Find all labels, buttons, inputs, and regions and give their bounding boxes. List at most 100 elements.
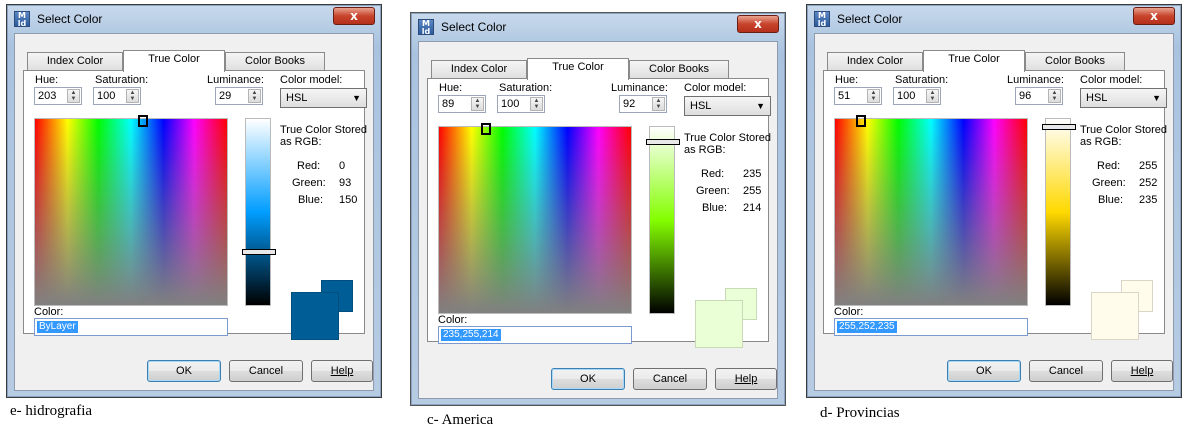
luminance-slider[interactable] — [1042, 118, 1076, 306]
color-field[interactable]: 255,252,235 — [834, 318, 1028, 336]
spin-arrows-icon[interactable]: ▲ ▼ — [471, 97, 484, 111]
saturation-spinner[interactable]: 100 ▲ ▼ — [93, 87, 141, 105]
color-field[interactable]: ByLayer — [34, 318, 228, 336]
close-button[interactable]: x — [333, 7, 375, 25]
tab-strip: Index Color True Color Color Books — [823, 50, 1143, 72]
tab-strip: Index Color True Color Color Books — [23, 50, 343, 72]
color-label: Color: — [834, 306, 864, 318]
tab-color-books[interactable]: Color Books — [629, 60, 729, 79]
hue-saturation-spectrum[interactable] — [438, 123, 632, 314]
title-bar[interactable]: Mld Select Color x — [7, 5, 381, 33]
green-value: 252 — [1139, 177, 1158, 189]
luminance-label: Luminance: — [207, 74, 264, 86]
close-button[interactable]: x — [1133, 7, 1175, 25]
spin-arrows-icon[interactable]: ▲ ▼ — [67, 89, 80, 103]
color-field[interactable]: 235,255,214 — [438, 326, 632, 344]
blue-value: 214 — [743, 202, 762, 214]
red-value: 0 — [339, 160, 346, 172]
spin-arrows-icon[interactable]: ▲ ▼ — [926, 89, 939, 103]
chevron-down-icon: ▼ — [352, 93, 361, 103]
hue-label: Hue: — [835, 74, 859, 86]
luminance-value: 29 — [219, 90, 232, 102]
cancel-button[interactable]: Cancel — [229, 360, 303, 382]
saturation-spinner[interactable]: 100 ▲ ▼ — [893, 87, 941, 105]
color-field-selected-text: 255,252,235 — [837, 321, 897, 333]
color-model-select[interactable]: HSL ▼ — [1080, 88, 1167, 108]
app-icon: Mld — [418, 19, 434, 36]
red-label: Red: — [297, 160, 321, 172]
ok-button[interactable]: OK — [147, 360, 221, 382]
luminance-slider-handle[interactable] — [242, 249, 276, 256]
cancel-button[interactable]: Cancel — [633, 368, 707, 390]
color-model-value: HSL — [286, 92, 308, 104]
tab-true-color[interactable]: True Color — [123, 50, 225, 72]
hue-spinner[interactable]: 89 ▲ ▼ — [438, 95, 486, 113]
color-model-label: Color model: — [684, 82, 747, 94]
luminance-slider-handle[interactable] — [1042, 123, 1076, 130]
green-label: Green: — [292, 177, 326, 189]
help-button[interactable]: Help — [715, 368, 777, 390]
luminance-slider[interactable] — [646, 126, 680, 314]
select-color-dialog: Mld Select Color x Index Color True Colo… — [6, 4, 382, 398]
luminance-spinner[interactable]: 92 ▲ ▼ — [619, 95, 667, 113]
cancel-button[interactable]: Cancel — [1029, 360, 1103, 382]
hue-spinner[interactable]: 203 ▲ ▼ — [34, 87, 82, 105]
color-model-value: HSL — [690, 100, 712, 112]
color-preview-swatch — [1091, 292, 1139, 340]
saturation-label: Saturation: — [95, 74, 149, 86]
help-button[interactable]: Help — [1111, 360, 1173, 382]
spin-arrows-icon[interactable]: ▲ ▼ — [652, 97, 665, 111]
close-button[interactable]: x — [737, 15, 779, 33]
help-button[interactable]: Help — [311, 360, 373, 382]
luminance-spinner[interactable]: 29 ▲ ▼ — [215, 87, 263, 105]
spectrum-crosshair-icon[interactable] — [856, 115, 867, 127]
figure-caption: e- hidrografia — [10, 403, 93, 419]
tab-index-color[interactable]: Index Color — [431, 60, 527, 79]
saturation-spinner[interactable]: 100 ▲ ▼ — [497, 95, 545, 113]
hue-spinner[interactable]: 51 ▲ ▼ — [834, 87, 882, 105]
spin-arrows-icon[interactable]: ▲ ▼ — [126, 89, 139, 103]
luminance-value: 96 — [1019, 90, 1032, 102]
luminance-label: Luminance: — [1007, 74, 1064, 86]
spin-arrows-icon[interactable]: ▲ ▼ — [1048, 89, 1061, 103]
hue-saturation-spectrum[interactable] — [834, 115, 1028, 306]
spin-arrows-icon[interactable]: ▲ ▼ — [530, 97, 543, 111]
spectrum-crosshair-icon[interactable] — [138, 115, 149, 127]
ok-button[interactable]: OK — [551, 368, 625, 390]
color-model-select[interactable]: HSL ▼ — [280, 88, 367, 108]
ok-button[interactable]: OK — [947, 360, 1021, 382]
tab-color-books[interactable]: Color Books — [225, 52, 325, 71]
spectrum-crosshair-icon[interactable] — [480, 123, 491, 135]
dialog-title: Select Color — [837, 12, 903, 26]
red-value: 235 — [743, 168, 762, 180]
app-icon: Mld — [14, 11, 30, 28]
tab-true-color[interactable]: True Color — [527, 58, 629, 80]
color-model-label: Color model: — [1080, 74, 1143, 86]
button-row: OK Cancel Help — [419, 368, 779, 390]
title-bar[interactable]: Mld Select Color x — [411, 13, 785, 41]
button-row: OK Cancel Help — [15, 360, 375, 382]
luminance-spinner[interactable]: 96 ▲ ▼ — [1015, 87, 1063, 105]
hue-value: 203 — [38, 90, 57, 102]
dialog-title: Select Color — [37, 12, 103, 26]
tab-color-books[interactable]: Color Books — [1025, 52, 1125, 71]
chevron-down-icon: ▼ — [756, 101, 765, 111]
hue-saturation-spectrum[interactable] — [34, 115, 228, 306]
blue-label: Blue: — [1098, 194, 1124, 206]
tab-index-color[interactable]: Index Color — [827, 52, 923, 71]
color-model-select[interactable]: HSL ▼ — [684, 96, 771, 116]
green-value: 93 — [339, 177, 352, 189]
spin-arrows-icon[interactable]: ▲ ▼ — [867, 89, 880, 103]
saturation-label: Saturation: — [499, 82, 553, 94]
green-label: Green: — [696, 185, 730, 197]
select-color-dialog: Mld Select Color x Index Color True Colo… — [806, 4, 1182, 398]
luminance-slider-handle[interactable] — [646, 139, 680, 146]
title-bar[interactable]: Mld Select Color x — [807, 5, 1181, 33]
color-label: Color: — [438, 314, 468, 326]
color-field-selected-text: 235,255,214 — [441, 329, 501, 341]
saturation-value: 100 — [97, 90, 116, 102]
spin-arrows-icon[interactable]: ▲ ▼ — [248, 89, 261, 103]
luminance-slider[interactable] — [242, 118, 276, 306]
tab-index-color[interactable]: Index Color — [27, 52, 123, 71]
tab-true-color[interactable]: True Color — [923, 50, 1025, 72]
